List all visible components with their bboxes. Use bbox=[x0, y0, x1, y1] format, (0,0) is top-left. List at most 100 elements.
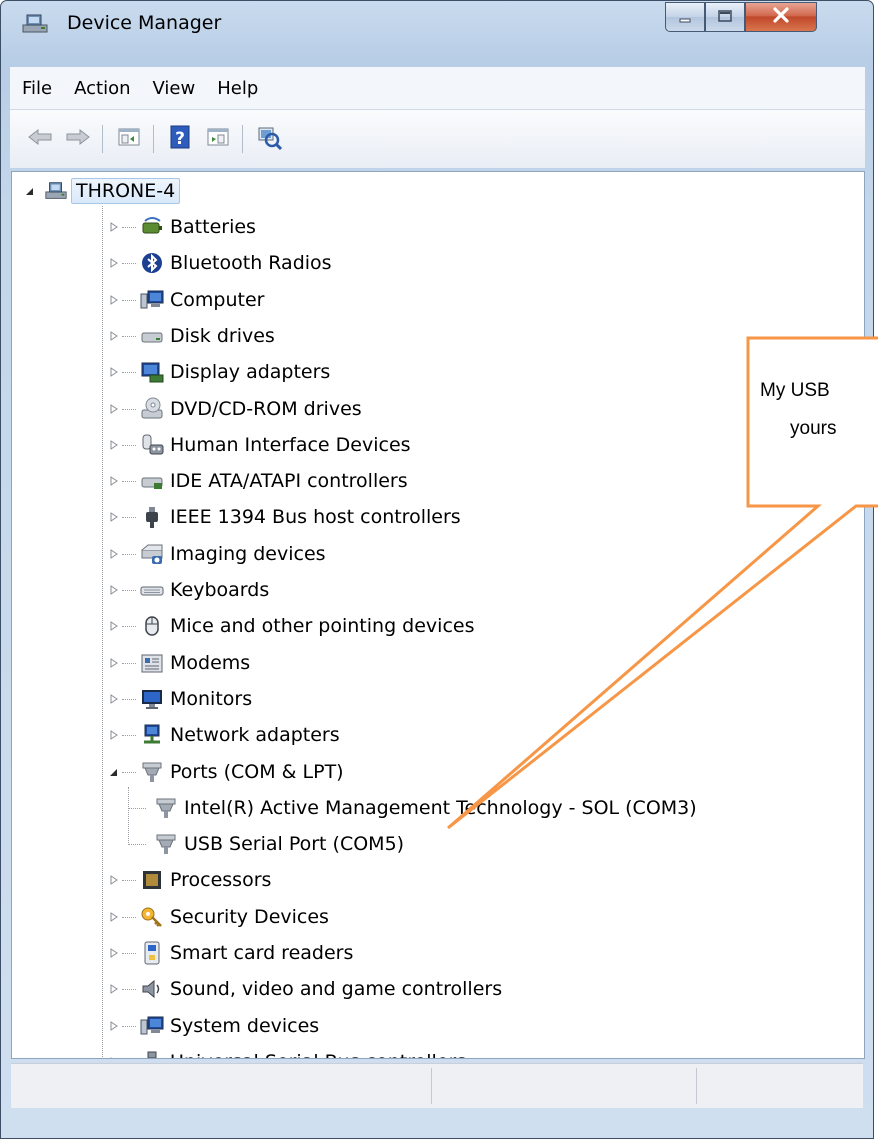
tree-category-ports-com-lpt[interactable]: Ports (COM & LPT) bbox=[140, 757, 344, 787]
tree-item-label[interactable]: Security Devices bbox=[170, 906, 329, 928]
menu-file[interactable]: File bbox=[10, 78, 63, 99]
tree-connector-line bbox=[122, 444, 136, 446]
tree-category-system-devices[interactable]: System devices bbox=[140, 1011, 319, 1041]
tree-category-human-interface-devices[interactable]: Human Interface Devices bbox=[140, 430, 411, 460]
tree-item-label[interactable]: Bluetooth Radios bbox=[170, 252, 332, 274]
toolbar-separator bbox=[242, 125, 243, 153]
display-adapter-icon bbox=[140, 360, 164, 384]
menu-view[interactable]: View bbox=[142, 78, 207, 99]
back-button[interactable] bbox=[22, 121, 58, 157]
tree-category-keyboards[interactable]: Keyboards bbox=[140, 575, 269, 605]
collapsed-triangle-icon[interactable] bbox=[108, 693, 120, 705]
tree-category-batteries[interactable]: Batteries bbox=[140, 212, 256, 242]
collapsed-triangle-icon[interactable] bbox=[108, 874, 120, 886]
tree-category-ieee-1394-bus-host-controllers[interactable]: IEEE 1394 Bus host controllers bbox=[140, 502, 461, 532]
properties-button[interactable] bbox=[200, 121, 236, 157]
tree-category-mice-and-other-pointing-devices[interactable]: Mice and other pointing devices bbox=[140, 611, 474, 641]
smart-card-reader-icon bbox=[140, 941, 164, 965]
tree-item-label[interactable]: Display adapters bbox=[170, 361, 330, 383]
tree-item-label[interactable]: DVD/CD-ROM drives bbox=[170, 398, 362, 420]
computer-network-icon bbox=[44, 179, 68, 203]
collapsed-triangle-icon[interactable] bbox=[108, 475, 120, 487]
collapsed-triangle-icon[interactable] bbox=[108, 983, 120, 995]
tree-item-label[interactable]: Batteries bbox=[170, 216, 256, 238]
collapsed-triangle-icon[interactable] bbox=[108, 947, 120, 959]
tree-item-label[interactable]: Universal Serial Bus controllers bbox=[170, 1051, 466, 1058]
tree-category-processors[interactable]: Processors bbox=[140, 865, 271, 895]
back-arrow-icon bbox=[27, 127, 53, 151]
collapsed-triangle-icon[interactable] bbox=[108, 657, 120, 669]
show-hide-console-tree-button[interactable] bbox=[111, 121, 147, 157]
minimize-button[interactable] bbox=[665, 2, 705, 32]
tree-item-label[interactable]: Modems bbox=[170, 652, 250, 674]
menu-help[interactable]: Help bbox=[206, 78, 269, 99]
tree-device-usb-serial-port-com5[interactable]: USB Serial Port (COM5) bbox=[154, 829, 404, 859]
tree-connector-line bbox=[102, 206, 103, 1058]
collapsed-triangle-icon[interactable] bbox=[108, 1020, 120, 1032]
tree-item-label[interactable]: Computer bbox=[170, 289, 264, 311]
device-tree[interactable]: THRONE-4 Batteries Bluetooth Radios Comput… bbox=[11, 171, 865, 1059]
collapsed-triangle-icon[interactable] bbox=[108, 294, 120, 306]
root-label[interactable]: THRONE-4 bbox=[71, 178, 181, 204]
tree-category-bluetooth-radios[interactable]: Bluetooth Radios bbox=[140, 248, 332, 278]
svg-text:?: ? bbox=[175, 129, 185, 149]
tree-category-security-devices[interactable]: Security Devices bbox=[140, 902, 329, 932]
menu-action[interactable]: Action bbox=[63, 78, 141, 99]
scan-hardware-changes-button[interactable] bbox=[251, 121, 287, 157]
tree-category-modems[interactable]: Modems bbox=[140, 648, 250, 678]
tree-item-label[interactable]: System devices bbox=[170, 1015, 319, 1037]
tree-category-smart-card-readers[interactable]: Smart card readers bbox=[140, 938, 353, 968]
tree-category-imaging-devices[interactable]: Imaging devices bbox=[140, 539, 326, 569]
tree-category-dvd-cd-rom-drives[interactable]: DVD/CD-ROM drives bbox=[140, 394, 362, 424]
close-button[interactable] bbox=[745, 2, 817, 32]
collapsed-triangle-icon[interactable] bbox=[108, 548, 120, 560]
help-button[interactable]: ? bbox=[162, 121, 198, 157]
tree-item-label[interactable]: Monitors bbox=[170, 688, 252, 710]
tree-item-label[interactable]: Keyboards bbox=[170, 579, 269, 601]
tree-category-universal-serial-bus-controllers[interactable]: Universal Serial Bus controllers bbox=[140, 1047, 466, 1058]
status-cell bbox=[11, 1068, 432, 1104]
tree-item-label[interactable]: Processors bbox=[170, 869, 271, 891]
tree-item-label[interactable]: Mice and other pointing devices bbox=[170, 615, 474, 637]
tree-root[interactable]: THRONE-4 bbox=[26, 176, 181, 206]
tree-item-label[interactable]: Imaging devices bbox=[170, 543, 326, 565]
collapsed-triangle-icon[interactable] bbox=[108, 257, 120, 269]
maximize-button[interactable] bbox=[705, 2, 745, 32]
tree-item-label[interactable]: Intel(R) Active Management Technology - … bbox=[184, 797, 697, 819]
collapsed-triangle-icon[interactable] bbox=[108, 330, 120, 342]
expanded-triangle-icon[interactable] bbox=[24, 185, 36, 197]
collapsed-triangle-icon[interactable] bbox=[108, 620, 120, 632]
tree-item-label[interactable]: IEEE 1394 Bus host controllers bbox=[170, 506, 461, 528]
tree-category-display-adapters[interactable]: Display adapters bbox=[140, 357, 330, 387]
tree-category-monitors[interactable]: Monitors bbox=[140, 684, 252, 714]
tree-item-label[interactable]: Human Interface Devices bbox=[170, 434, 411, 456]
tree-item-label[interactable]: Sound, video and game controllers bbox=[170, 978, 502, 1000]
tree-device-intel-r-active-management-technology-sol-com3[interactable]: Intel(R) Active Management Technology - … bbox=[154, 793, 697, 823]
collapsed-triangle-icon[interactable] bbox=[108, 511, 120, 523]
tree-item-label[interactable]: USB Serial Port (COM5) bbox=[184, 833, 404, 855]
tree-item-label[interactable]: Smart card readers bbox=[170, 942, 353, 964]
system-devices-icon bbox=[140, 1014, 164, 1038]
tree-category-sound-video-and-game-controllers[interactable]: Sound, video and game controllers bbox=[140, 974, 502, 1004]
tree-item-label[interactable]: Disk drives bbox=[170, 325, 275, 347]
tree-connector-line bbox=[122, 1025, 136, 1027]
tree-item-label[interactable]: IDE ATA/ATAPI controllers bbox=[170, 470, 408, 492]
collapsed-triangle-icon[interactable] bbox=[108, 1056, 120, 1058]
title-bar[interactable]: Device Manager bbox=[1, 1, 873, 43]
collapsed-triangle-icon[interactable] bbox=[108, 366, 120, 378]
tree-category-network-adapters[interactable]: Network adapters bbox=[140, 720, 340, 750]
collapsed-triangle-icon[interactable] bbox=[108, 911, 120, 923]
tree-category-computer[interactable]: Computer bbox=[140, 285, 264, 315]
tree-item-label[interactable]: Network adapters bbox=[170, 724, 340, 746]
tree-category-disk-drives[interactable]: Disk drives bbox=[140, 321, 275, 351]
tree-connector-line bbox=[122, 481, 136, 483]
tree-item-label[interactable]: Ports (COM & LPT) bbox=[170, 761, 344, 783]
collapsed-triangle-icon[interactable] bbox=[108, 439, 120, 451]
collapsed-triangle-icon[interactable] bbox=[108, 584, 120, 596]
tree-category-ide-ata-atapi-controllers[interactable]: IDE ATA/ATAPI controllers bbox=[140, 466, 408, 496]
collapsed-triangle-icon[interactable] bbox=[108, 729, 120, 741]
forward-button[interactable] bbox=[60, 121, 96, 157]
collapsed-triangle-icon[interactable] bbox=[108, 221, 120, 233]
expanded-triangle-icon[interactable] bbox=[108, 766, 120, 778]
collapsed-triangle-icon[interactable] bbox=[108, 403, 120, 415]
